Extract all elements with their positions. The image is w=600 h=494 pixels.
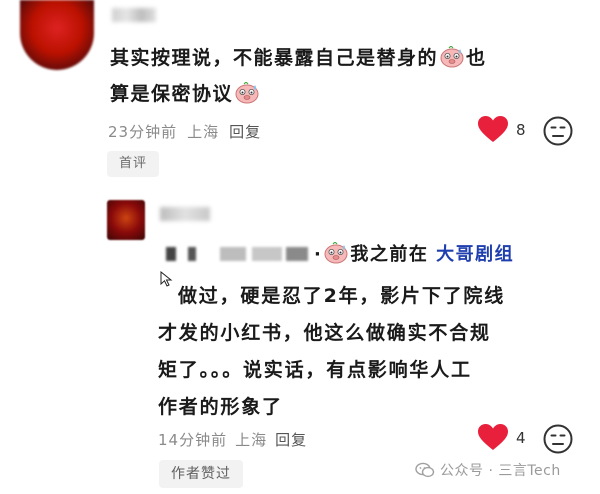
sweat-pig-emoji-icon <box>235 82 259 104</box>
timestamp: 14分钟前 <box>158 431 228 449</box>
sweat-pig-emoji-icon <box>324 242 348 264</box>
comment-line: 矩了。。。说实话，有点影响华人工 <box>158 359 472 381</box>
meh-face-icon <box>543 424 573 454</box>
comment-text-part: 也 <box>466 47 487 69</box>
comment-text-part: 其实按理说，不能暴露自己是替身的 <box>110 47 439 69</box>
quote-separator: · <box>314 244 323 265</box>
dislike-button[interactable] <box>542 115 574 151</box>
heart-icon <box>478 424 508 450</box>
comment-line: 作者的形象了 <box>158 396 283 418</box>
first-comment-badge: 首评 <box>107 151 160 177</box>
reply-button[interactable]: 回复 <box>229 123 261 141</box>
topic-link[interactable]: 大哥剧组 <box>436 244 514 265</box>
author-liked-badge: 作者赞过 <box>159 460 243 488</box>
timestamp: 23分钟前 <box>108 123 178 141</box>
username-blurred[interactable] <box>160 207 210 221</box>
watermark-text: 公众号 · 三言Tech <box>440 463 561 479</box>
comment-meta: 23分钟前 上海 回复 <box>108 121 271 142</box>
like-count: 4 <box>516 428 526 447</box>
comment-meta: 14分钟前 上海 回复 <box>158 429 315 450</box>
like-button[interactable]: 8 <box>478 116 526 143</box>
wechat-icon <box>415 462 435 478</box>
location: 上海 <box>187 123 220 141</box>
like-count: 8 <box>516 120 526 139</box>
meh-face-icon <box>543 116 573 146</box>
comment-line: 做过，硬是忍了2年，影片下了院线 <box>178 285 506 307</box>
dislike-button[interactable] <box>542 423 574 459</box>
reply-button[interactable]: 回复 <box>275 431 307 449</box>
comment-line: 才发的小红书，他这么做确实不合规 <box>158 322 491 344</box>
sweat-pig-emoji-icon <box>440 46 464 68</box>
username-blurred[interactable] <box>112 8 156 22</box>
comment-text-part: 算是保密协议 <box>110 83 234 105</box>
comment-text: 其实按理说，不能暴露自己是替身的 也 算是保密协议 <box>110 40 530 112</box>
comment-first-line: · 我之前在 大哥剧组 <box>314 240 514 270</box>
comment-text-part: 我之前在 <box>350 244 429 265</box>
avatar[interactable] <box>20 0 94 70</box>
avatar[interactable] <box>107 200 145 240</box>
like-button[interactable]: 4 <box>478 424 526 451</box>
watermark: 公众号 · 三言Tech <box>415 460 561 480</box>
heart-icon <box>478 116 508 142</box>
quoted-text-blurred <box>160 243 318 265</box>
comment-text: 做过，硬是忍了2年，影片下了院线 才发的小红书，他这么做确实不合规 矩了。。。说… <box>158 278 538 426</box>
location: 上海 <box>235 431 268 449</box>
